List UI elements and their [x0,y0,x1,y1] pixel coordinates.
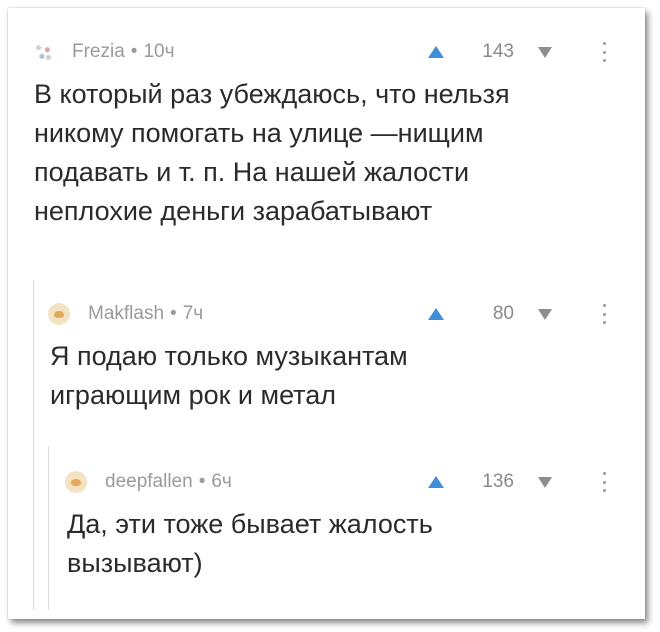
comment-thread: Frezia • 10ч 143 В который раз убеждаюсь… [8,8,645,619]
comment-time[interactable]: 6ч [211,471,231,493]
avatar[interactable] [65,471,87,493]
vote-controls: 136 [428,468,552,496]
meta-separator: • [198,471,206,492]
comment-header: deepfallen • 6ч [65,468,232,496]
downvote-arrow-icon[interactable] [538,476,552,488]
upvote-arrow-icon[interactable] [428,476,444,488]
rating-count: 136 [482,471,514,492]
comment-3: deepfallen • 6ч 136 Да, эти тоже бывает … [8,8,645,619]
comment-text: Да, эти тоже бывает жалость вызывают) [67,509,433,578]
author-name[interactable]: deepfallen [105,471,193,493]
more-options-icon[interactable] [602,472,606,492]
